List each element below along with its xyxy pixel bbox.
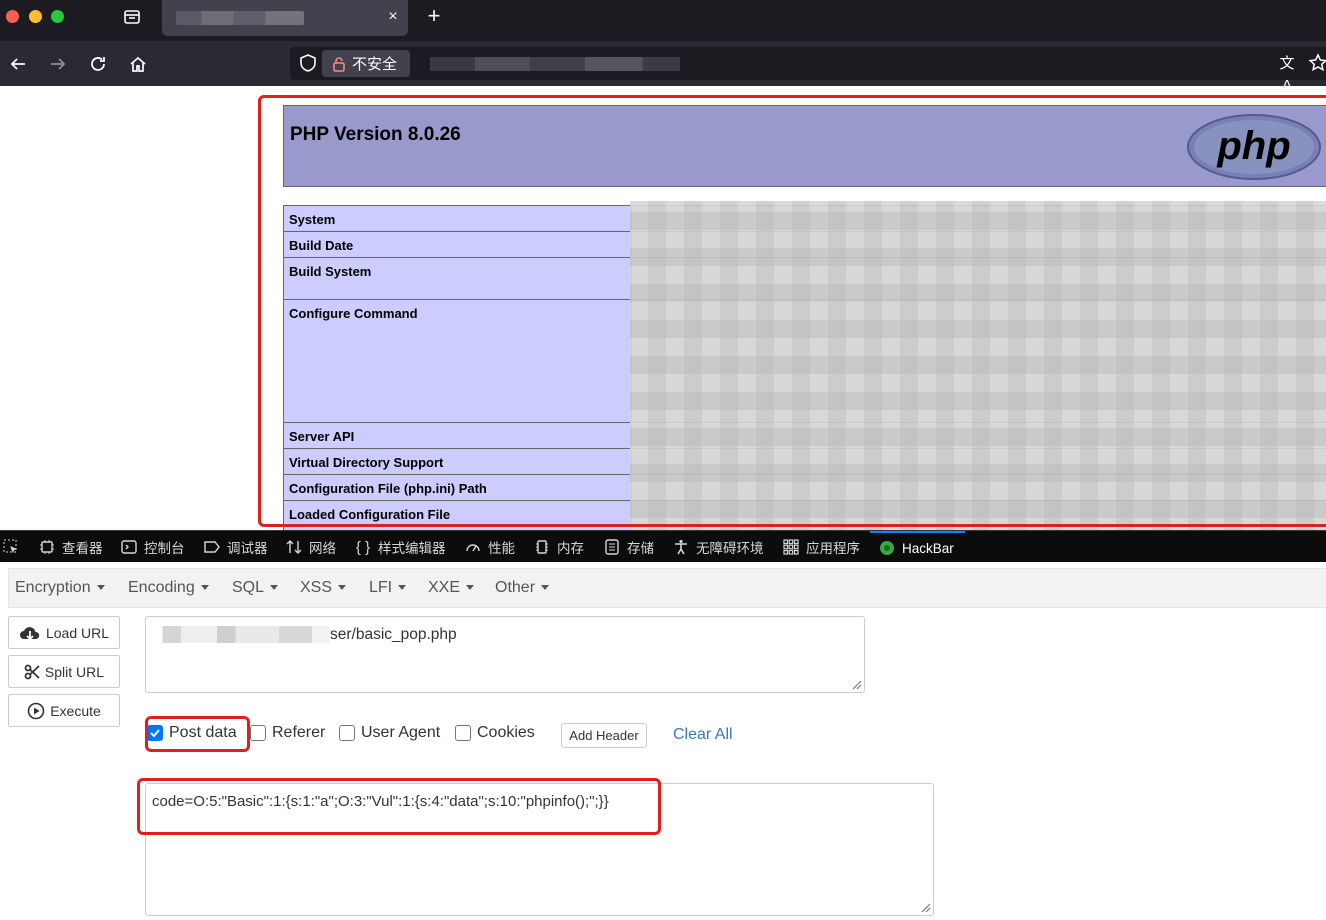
devtools-tab-accessibility[interactable]: 无障碍环境 [672,531,764,563]
network-icon [285,538,303,556]
storage-icon [603,538,621,556]
devtools-tab-hackbar[interactable]: HackBar [870,531,965,563]
caret-down-icon [338,585,347,591]
console-icon [120,538,138,556]
page-content: PHP Version 8.0.26 php System Build Date… [0,86,1326,530]
user-agent-checkbox[interactable] [339,725,355,741]
referer-checkbox[interactable] [250,725,266,741]
url-text: ser/basic_pop.php [330,626,457,643]
translate-icon[interactable]: 文A [1276,53,1298,94]
inspector-icon [38,538,56,556]
devtools-tab-inspector[interactable]: 查看器 [38,531,103,563]
browser-tab-active[interactable]: × [162,0,408,36]
reload-button[interactable] [84,50,112,78]
add-header-button[interactable]: Add Header [561,723,647,748]
tab-list-icon[interactable] [121,6,143,28]
back-button[interactable] [4,50,32,78]
clear-all-link[interactable]: Clear All [673,726,733,744]
cloud-download-icon [19,626,40,640]
home-button[interactable] [124,50,152,78]
bookmark-star-icon[interactable] [1308,53,1326,75]
load-url-button[interactable]: Load URL [8,616,120,649]
lock-insecure-icon [333,56,345,72]
execute-button[interactable]: Execute [8,694,120,727]
menu-other[interactable]: Other [495,579,550,597]
cursor-picker-icon [2,538,20,556]
new-tab-button[interactable]: + [422,5,446,29]
caret-down-icon [200,585,209,591]
menu-lfi[interactable]: LFI [369,579,407,597]
window-zoom-button[interactable] [51,10,64,23]
home-icon [130,56,146,72]
user-agent-option[interactable]: User Agent [339,724,440,742]
resize-grip-icon[interactable] [850,678,862,690]
forward-button[interactable] [44,50,72,78]
window-close-button[interactable] [6,10,19,23]
debugger-icon [203,538,221,556]
tab-title-redacted [176,11,304,25]
cookies-option[interactable]: Cookies [455,724,535,742]
devtools-tab-performance[interactable]: 性能 [464,531,515,563]
arrow-right-icon [51,58,66,70]
application-icon [782,538,800,556]
tracking-protection-shield-icon[interactable] [298,53,318,73]
devtools-tab-network[interactable]: 网络 [285,531,336,563]
cookies-checkbox[interactable] [455,725,471,741]
split-url-button[interactable]: Split URL [8,655,120,688]
highlight-post-data [145,716,250,752]
window-minimize-button[interactable] [29,10,42,23]
scissors-icon [24,664,40,679]
resize-grip-icon[interactable] [919,901,931,913]
security-label: 不安全 [352,56,398,73]
hackbar-icon [878,539,896,557]
devtools-tab-style-editor[interactable]: { } 样式编辑器 [354,531,446,563]
menu-xxe[interactable]: XXE [428,579,475,597]
caret-down-icon [270,585,279,591]
url-textarea[interactable]: ser/basic_pop.php [145,616,865,693]
url-prefix-redacted [148,626,330,643]
caret-down-icon [96,585,105,591]
play-circle-icon [27,702,45,719]
reload-icon [91,57,105,71]
caret-down-icon [398,585,407,591]
highlight-phpinfo-output [258,95,1326,527]
devtools-tab-application[interactable]: 应用程序 [782,531,860,563]
performance-icon [464,538,482,556]
element-picker-button[interactable] [2,531,26,563]
devtools-tab-bar: 查看器 控制台 调试器 网络 { } 样式编辑器 性能 内存 存储 无障碍环境 … [0,530,1326,562]
devtools-tab-storage[interactable]: 存储 [603,531,654,563]
style-editor-icon: { } [355,538,371,556]
accessibility-icon [672,538,690,556]
connection-insecure-indicator[interactable]: 不安全 [322,50,410,77]
menu-encoding[interactable]: Encoding [128,579,209,597]
hackbar-panel: Encryption Encoding SQL XSS LFI XXE Othe… [0,562,1326,920]
highlight-payload [137,778,661,835]
browser-nav-bar: 不安全 文A [0,41,1326,94]
menu-xss[interactable]: XSS [300,579,347,597]
address-bar[interactable]: 不安全 文A [290,47,1326,94]
referer-option[interactable]: Referer [250,724,325,742]
menu-sql[interactable]: SQL [232,579,279,597]
tab-close-button[interactable]: × [382,6,404,28]
caret-down-icon [541,585,550,591]
caret-down-icon [466,585,475,591]
url-text-redacted [430,57,680,71]
menu-encryption[interactable]: Encryption [15,579,105,597]
memory-icon [533,538,551,556]
devtools-tab-memory[interactable]: 内存 [533,531,584,563]
browser-tab-bar: × + [0,0,1326,41]
devtools-tab-debugger[interactable]: 调试器 [203,531,268,563]
hackbar-menu-bar: Encryption Encoding SQL XSS LFI XXE Othe… [8,568,1326,608]
devtools-tab-console[interactable]: 控制台 [120,531,185,563]
arrow-left-icon [10,58,25,70]
